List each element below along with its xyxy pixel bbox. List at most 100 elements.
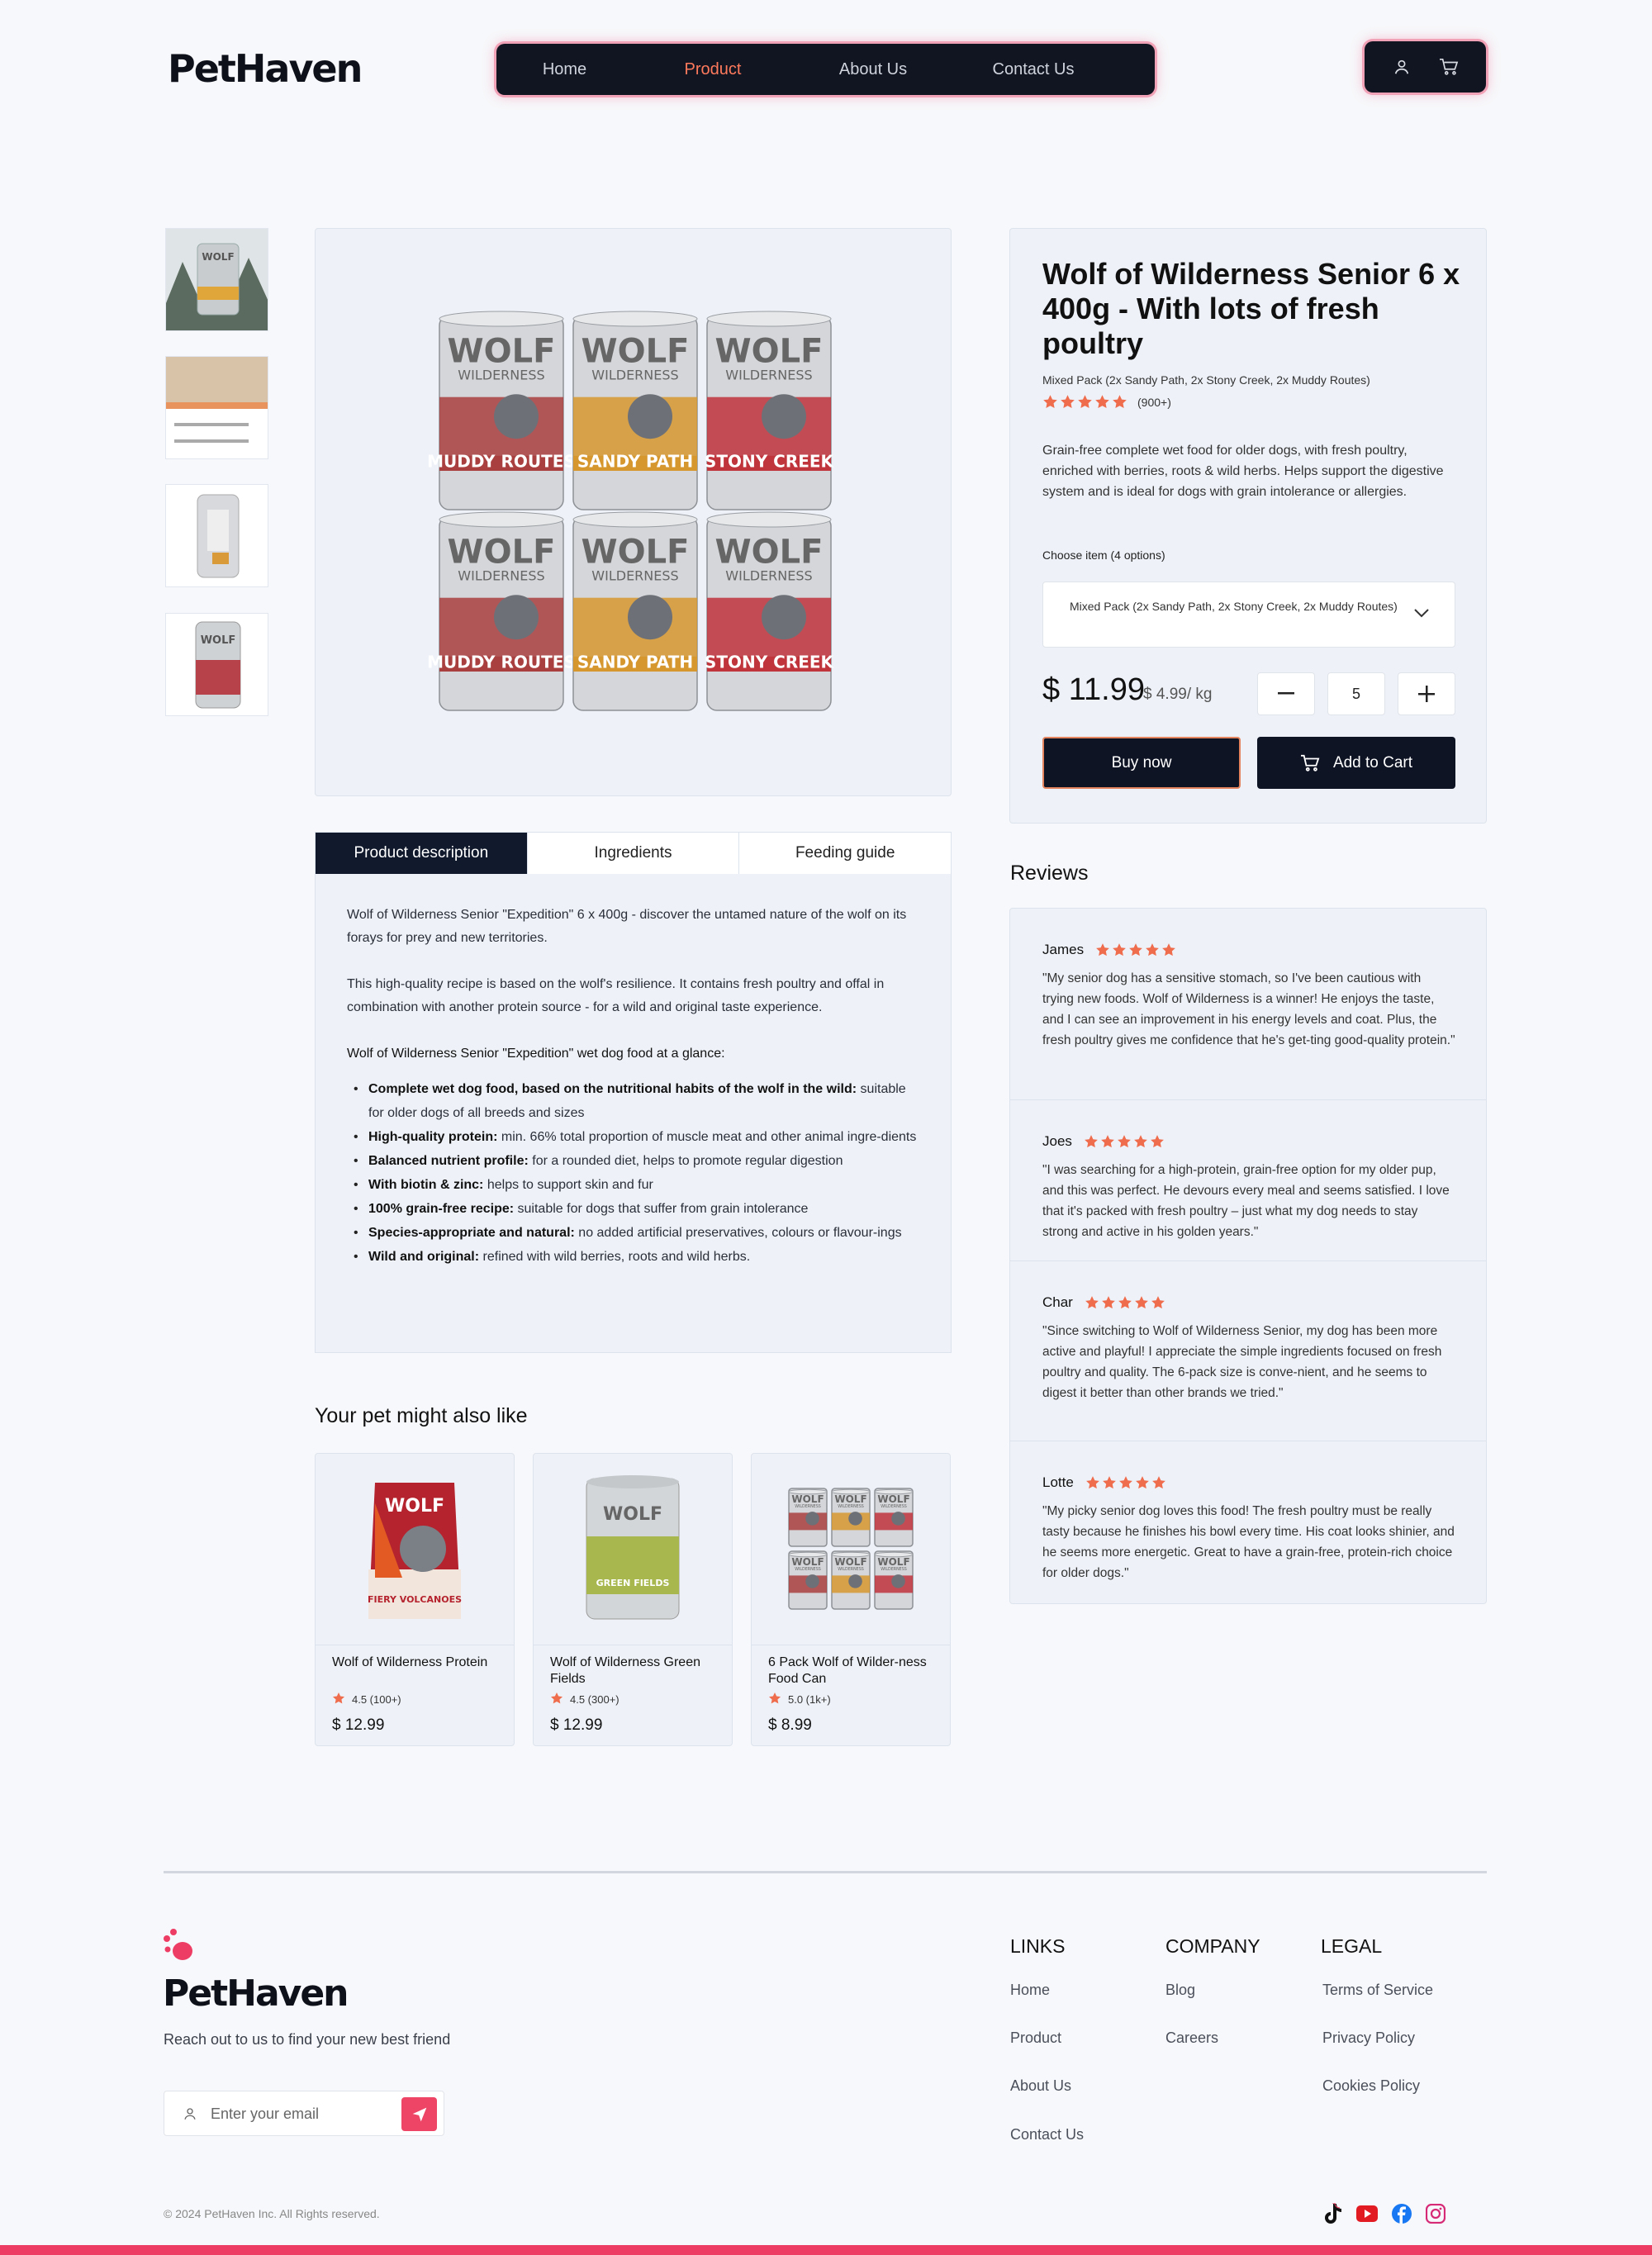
review-text: "My senior dog has a sensitive stomach, … [1042, 971, 1455, 1047]
star-icon [1151, 1476, 1165, 1489]
reviews-title: Reviews [1010, 862, 1089, 885]
quantity-increase-button[interactable] [1398, 672, 1455, 715]
feature-item: Wild and original: refined with wild ber… [347, 1245, 919, 1269]
star-icon [768, 1692, 781, 1707]
reviewer-name: Lotte [1042, 1474, 1074, 1490]
star-icon [1113, 943, 1126, 957]
star-icon [550, 1692, 563, 1707]
svg-text:WOLF: WOLF [715, 332, 824, 370]
star-icon [1129, 943, 1142, 957]
quantity-value[interactable]: 5 [1327, 672, 1385, 715]
pack-label: FIERY VOLCANOES [368, 1594, 462, 1605]
thumbnail-2[interactable] [165, 356, 268, 459]
nav-product[interactable]: Product [633, 60, 793, 79]
feature-item: Complete wet dog food, based on the nutr… [347, 1077, 919, 1125]
footer-link-cookies[interactable]: Cookies Policy [1322, 2077, 1420, 2095]
svg-text:WOLF: WOLF [582, 533, 690, 571]
svg-text:WOLF: WOLF [448, 533, 556, 571]
svg-text:WILDERNESS: WILDERNESS [458, 368, 544, 383]
star-icon [1095, 395, 1109, 409]
svg-text:WILDERNESS: WILDERNESS [838, 1567, 864, 1572]
description-paragraph: This high-quality recipe is based on the… [347, 977, 885, 1014]
thumbnail-1[interactable]: WOLF [165, 228, 268, 331]
add-to-cart-button[interactable]: Add to Cart [1257, 737, 1455, 789]
footer-link-home[interactable]: Home [1010, 1982, 1050, 1999]
product-card[interactable]: WOLF GREEN FIELDS Wolf of Wilderness Gre… [533, 1453, 733, 1746]
footer-company-title: COMPANY [1165, 1935, 1260, 1957]
nav-contact[interactable]: Contact Us [953, 60, 1113, 79]
svg-text:MUDDY ROUTES: MUDDY ROUTES [427, 652, 576, 672]
nav-home[interactable]: Home [496, 60, 633, 79]
nav-about[interactable]: About Us [793, 60, 953, 79]
star-icon [333, 1692, 344, 1704]
footer-link-contact[interactable]: Contact Us [1010, 2126, 1084, 2143]
rating-stars [1042, 394, 1127, 410]
product-tabs: Product description Ingredients Feeding … [315, 832, 952, 875]
user-icon[interactable] [1393, 58, 1411, 76]
product-description: Grain-free complete wet food for older d… [1042, 444, 1444, 499]
paw-icon [163, 1929, 197, 1966]
quantity-decrease-button[interactable] [1257, 672, 1315, 715]
footer-link-about[interactable]: About Us [1010, 2077, 1071, 2095]
svg-text:WOLF: WOLF [201, 634, 236, 647]
variant-select[interactable]: Mixed Pack (2x Sandy Path, 2x Stony Cree… [1042, 582, 1455, 648]
product-rating: (900+) [1042, 394, 1171, 410]
product-card-name: Wolf of Wilderness Green Fields [550, 1655, 700, 1686]
can: WOLFWILDERNESS [788, 1550, 828, 1610]
tiktok-icon[interactable] [1322, 2202, 1342, 2229]
thumbnail-image: WOLF [166, 614, 268, 715]
tab-feeding-guide[interactable]: Feeding guide [739, 833, 951, 874]
description-glance-heading: Wolf of Wilderness Senior "Expedition" w… [347, 1047, 725, 1061]
instagram-icon[interactable] [1425, 2203, 1446, 2228]
svg-text:WOLF: WOLF [791, 1556, 824, 1568]
svg-text:WILDERNESS: WILDERNESS [795, 1567, 821, 1572]
facebook-icon[interactable] [1392, 2204, 1412, 2228]
cart-icon[interactable] [1439, 58, 1459, 76]
footer-link-blog[interactable]: Blog [1165, 1982, 1195, 1999]
review-item: James "My senior dog has a sensitive sto… [1010, 909, 1486, 1100]
feature-item-title: Balanced nutrient profile: [368, 1154, 529, 1168]
product-variant: Mixed Pack (2x Sandy Path, 2x Stony Cree… [1042, 373, 1370, 387]
tab-product-description[interactable]: Product description [316, 833, 528, 874]
buy-now-button[interactable]: Buy now [1042, 737, 1241, 789]
star-icon [332, 1692, 345, 1707]
thumbnail-4[interactable]: WOLF [165, 613, 268, 716]
rating-stars [1085, 1475, 1166, 1490]
product-card-image: WOLF GREEN FIELDS [534, 1454, 732, 1645]
youtube-icon[interactable] [1356, 2205, 1378, 2226]
thumbnail-3[interactable] [165, 484, 268, 587]
feature-list: Complete wet dog food, based on the nutr… [347, 1077, 919, 1269]
brand-logo[interactable]: PetHaven [168, 46, 363, 91]
header-icons [1365, 41, 1486, 93]
unit-price: $ 4.99/ kg [1143, 686, 1213, 703]
thumbnail-image: WOLF [166, 229, 268, 330]
feature-item-title: 100% grain-free recipe: [368, 1202, 515, 1216]
tab-ingredients[interactable]: Ingredients [528, 833, 740, 874]
footer-link-careers[interactable]: Careers [1165, 2029, 1218, 2047]
footer-link-privacy[interactable]: Privacy Policy [1322, 2029, 1415, 2047]
feature-item: High-quality protein: min. 66% total pro… [347, 1125, 919, 1149]
star-icon [1151, 1135, 1164, 1148]
star-icon [769, 1692, 781, 1704]
footer-link-terms[interactable]: Terms of Service [1322, 1982, 1433, 1999]
footer-link-product[interactable]: Product [1010, 2029, 1061, 2047]
star-icon [1118, 1135, 1131, 1148]
reviews-panel: James "My senior dog has a sensitive sto… [1009, 908, 1487, 1604]
footer-logo[interactable]: PetHaven [163, 1973, 349, 2015]
product-card-rating: 4.5 (100+) [332, 1692, 401, 1707]
svg-text:WOLF: WOLF [877, 1556, 909, 1568]
svg-text:WILDERNESS: WILDERNESS [725, 368, 812, 383]
bottom-accent-bar [0, 2245, 1652, 2255]
can: WOLFWILDERNESS MUDDY ROUTES [427, 311, 576, 510]
description-paragraph: Wolf of Wilderness Senior "Expedition" 6… [347, 908, 907, 945]
svg-text:STONY CREEK: STONY CREEK [705, 652, 835, 672]
product-price: $ 11.99 [1042, 672, 1145, 707]
send-button[interactable] [401, 2097, 437, 2131]
product-card[interactable]: WOLF WILDERNESS WOLF WILDERNESS WOLF WILDERNE… [751, 1453, 951, 1746]
star-icon [1102, 1476, 1116, 1489]
product-card[interactable]: WOLF FIERY VOLCANOES Wolf of Wilderness … [315, 1453, 515, 1746]
star-icon [1061, 395, 1075, 409]
feature-item-title: Species-appropriate and natural: [368, 1226, 575, 1240]
svg-text:WILDERNESS: WILDERNESS [725, 568, 812, 584]
email-field[interactable]: Enter your email [164, 2091, 444, 2136]
